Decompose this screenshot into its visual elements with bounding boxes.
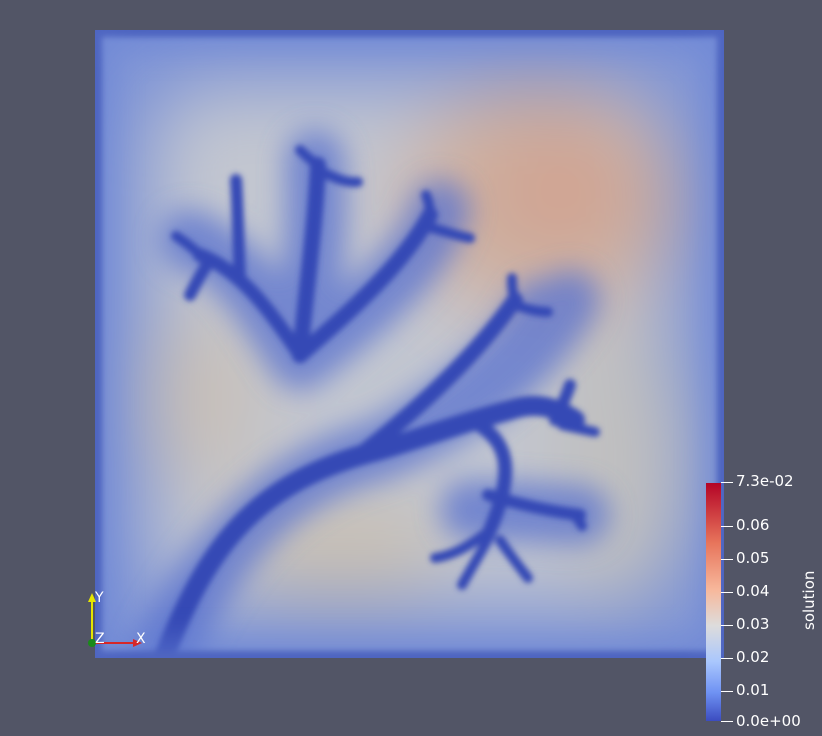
colorbar-title: solution [800,570,818,630]
colorbar-tick-label: 7.3e-02 [736,472,794,490]
colorbar-tick-label: 0.05 [736,549,770,567]
colorbar-tick-mark [721,658,733,659]
colorbar-tick-label: 0.0e+00 [736,712,801,730]
x-axis-label: X [136,631,146,647]
colorbar-tick-mark [721,526,733,527]
colorbar-tick-label: 0.03 [736,615,770,633]
colorbar-tick-label: 0.02 [736,648,770,666]
colorbar-tick-mark [721,592,733,593]
colorbar-tick-label: 0.04 [736,582,770,600]
solution-field [95,30,724,658]
colorbar-tick-mark [721,625,733,626]
z-axis-label: Z [95,631,105,647]
colorbar [706,483,721,721]
colorbar-tick-mark [721,482,733,483]
colorbar-tick-mark [721,691,733,692]
colorbar-gradient [706,483,721,721]
render-viewport[interactable] [0,0,822,736]
colorbar-tick-mark [721,721,733,722]
y-axis-label: Y [95,590,104,606]
colorbar-tick-label: 0.01 [736,681,770,699]
colorbar-tick-mark [721,559,733,560]
colorbar-tick-label: 0.06 [736,516,770,534]
